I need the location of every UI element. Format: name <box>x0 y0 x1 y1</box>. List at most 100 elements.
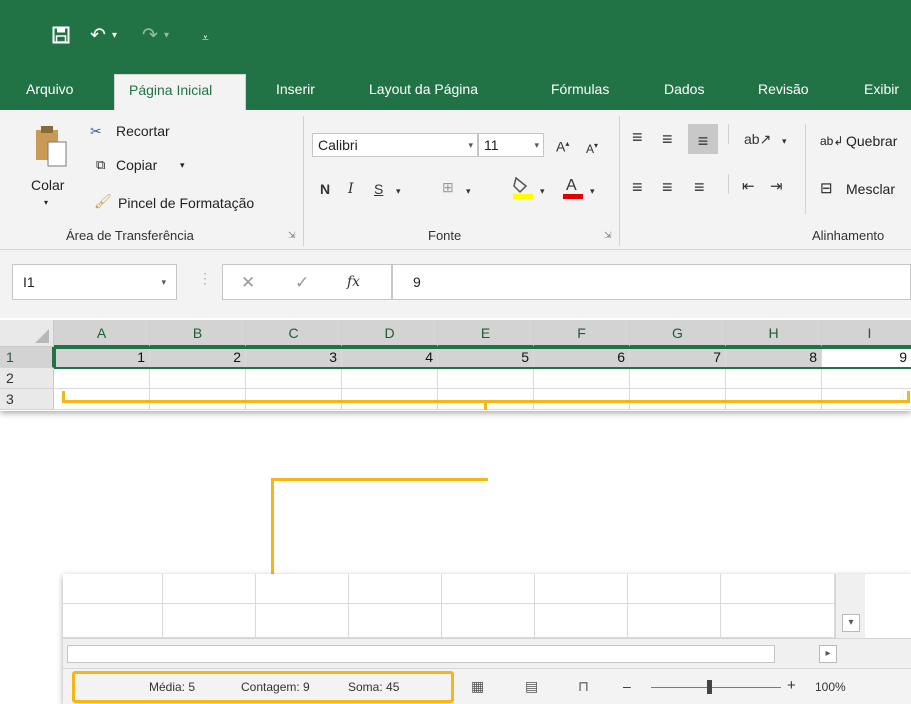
cut-button[interactable]: ✂ Recortar <box>90 122 200 142</box>
customize-qat-icon[interactable]: ⩡ <box>202 28 209 48</box>
cell[interactable] <box>535 604 628 638</box>
cell[interactable] <box>721 574 835 604</box>
tab-layout-da-pagina[interactable]: Layout da Página <box>361 74 486 110</box>
align-left-icon[interactable]: ≡ <box>632 178 643 196</box>
page-break-view-icon[interactable]: ⊓ <box>578 678 589 695</box>
cell[interactable] <box>442 604 535 638</box>
chevron-down-icon[interactable]: ▾ <box>466 182 471 200</box>
row-header-1[interactable]: 1 <box>0 347 54 368</box>
decrease-font-icon[interactable]: A▾ <box>586 137 598 158</box>
paste-button[interactable]: Colar ▾ <box>24 122 74 212</box>
tab-formulas[interactable]: Fórmulas <box>543 74 617 110</box>
tab-inserir[interactable]: Inserir <box>268 74 323 110</box>
cell[interactable] <box>442 574 535 604</box>
chevron-down-icon[interactable]: ▾ <box>540 182 545 200</box>
tab-arquivo[interactable]: Arquivo <box>18 74 81 110</box>
cell[interactable] <box>342 368 438 389</box>
horizontal-scrollbar[interactable] <box>67 645 775 663</box>
cell[interactable] <box>256 604 349 638</box>
row-header-2[interactable]: 2 <box>0 368 54 389</box>
redo-dropdown-icon[interactable]: ▾ <box>164 26 169 46</box>
cell[interactable] <box>63 604 163 638</box>
bold-button[interactable]: N <box>320 180 330 198</box>
column-header-e[interactable]: E <box>438 320 534 347</box>
format-painter-button[interactable]: 🖌 Pincel de Formatação <box>94 192 294 212</box>
merge-button[interactable]: ⊟ Mesclar <box>820 180 911 202</box>
cell-c1[interactable]: 3 <box>246 347 342 368</box>
increase-indent-icon[interactable]: ⇥ <box>770 178 783 196</box>
font-name-select[interactable]: Calibri ▾ <box>312 133 478 157</box>
cell[interactable] <box>246 368 342 389</box>
cell[interactable] <box>822 368 911 389</box>
cell-g1[interactable]: 7 <box>630 347 726 368</box>
italic-button[interactable]: I <box>348 180 354 198</box>
save-icon[interactable] <box>52 26 70 49</box>
tab-revisao[interactable]: Revisão <box>750 74 817 110</box>
zoom-in-button[interactable]: + <box>787 677 796 694</box>
cell[interactable] <box>630 368 726 389</box>
cell[interactable] <box>349 574 442 604</box>
zoom-out-button[interactable]: – <box>623 678 631 694</box>
select-all-button[interactable] <box>0 320 54 347</box>
scroll-right-icon[interactable]: ▸ <box>819 645 837 663</box>
align-top-icon[interactable]: ≡ <box>632 128 643 146</box>
zoom-slider-thumb[interactable] <box>707 680 712 694</box>
cell-e1[interactable]: 5 <box>438 347 534 368</box>
formula-bar-splitter[interactable]: ⋮ <box>198 270 212 287</box>
font-launcher-icon[interactable]: ⇲ <box>604 230 612 241</box>
tab-dados[interactable]: Dados <box>656 74 712 110</box>
cell[interactable] <box>726 368 822 389</box>
font-color-icon[interactable]: A <box>562 174 584 205</box>
cell[interactable] <box>150 368 246 389</box>
underline-button[interactable]: S <box>374 180 383 198</box>
tab-pagina-inicial[interactable]: Página Inicial <box>114 74 246 110</box>
wrap-text-button[interactable]: ab↲ Quebrar <box>820 132 911 154</box>
center-icon[interactable]: ≡ <box>662 178 673 196</box>
page-layout-view-icon[interactable]: ▤ <box>525 678 538 695</box>
column-header-g[interactable]: G <box>630 320 726 347</box>
increase-font-icon[interactable]: A▴ <box>556 135 569 156</box>
undo-icon[interactable]: ↶ <box>90 26 106 46</box>
column-header-b[interactable]: B <box>150 320 246 347</box>
scroll-down-icon[interactable]: ▾ <box>842 614 860 632</box>
align-right-icon[interactable]: ≡ <box>694 178 705 196</box>
enter-icon[interactable]: ✓ <box>295 273 309 293</box>
cell[interactable] <box>535 574 628 604</box>
chevron-down-icon[interactable]: ▾ <box>396 182 401 200</box>
column-header-d[interactable]: D <box>342 320 438 347</box>
formula-input[interactable]: 9 <box>392 264 911 300</box>
cell[interactable] <box>349 604 442 638</box>
chevron-down-icon[interactable]: ▾ <box>782 132 787 150</box>
cell[interactable] <box>54 368 150 389</box>
cell[interactable] <box>63 574 163 604</box>
cell[interactable] <box>628 574 721 604</box>
tab-exibir[interactable]: Exibir <box>856 74 907 110</box>
cell[interactable] <box>721 604 835 638</box>
status-sum[interactable]: Soma: 45 <box>348 680 399 694</box>
insert-function-button[interactable]: fx <box>347 274 360 290</box>
align-bottom-icon[interactable]: ≡ <box>688 124 718 154</box>
status-average[interactable]: Média: 5 <box>149 680 195 694</box>
decrease-indent-icon[interactable]: ⇤ <box>742 178 755 196</box>
fill-color-icon[interactable] <box>512 174 534 205</box>
vertical-scrollbar[interactable]: ▾ <box>835 574 865 638</box>
font-size-select[interactable]: 11 ▾ <box>478 133 544 157</box>
cancel-icon[interactable]: ✕ <box>241 273 255 293</box>
cell-a1[interactable]: 1 <box>54 347 150 368</box>
chevron-down-icon[interactable]: ▾ <box>590 182 595 200</box>
cell[interactable] <box>256 574 349 604</box>
cell-f1[interactable]: 6 <box>534 347 630 368</box>
name-box[interactable]: I1 ▾ <box>12 264 177 300</box>
status-count[interactable]: Contagem: 9 <box>241 680 310 694</box>
cell[interactable] <box>438 368 534 389</box>
cell-i1-active[interactable]: 9 <box>822 347 911 368</box>
cell[interactable] <box>534 368 630 389</box>
undo-dropdown-icon[interactable]: ▾ <box>112 26 117 46</box>
row-header-3[interactable]: 3 <box>0 389 54 410</box>
normal-view-icon[interactable]: ▦ <box>471 678 484 695</box>
orientation-icon[interactable]: ab↗ <box>744 130 771 148</box>
clipboard-launcher-icon[interactable]: ⇲ <box>288 230 296 241</box>
column-header-c[interactable]: C <box>246 320 342 347</box>
zoom-level[interactable]: 100% <box>815 680 846 694</box>
cell[interactable] <box>628 604 721 638</box>
